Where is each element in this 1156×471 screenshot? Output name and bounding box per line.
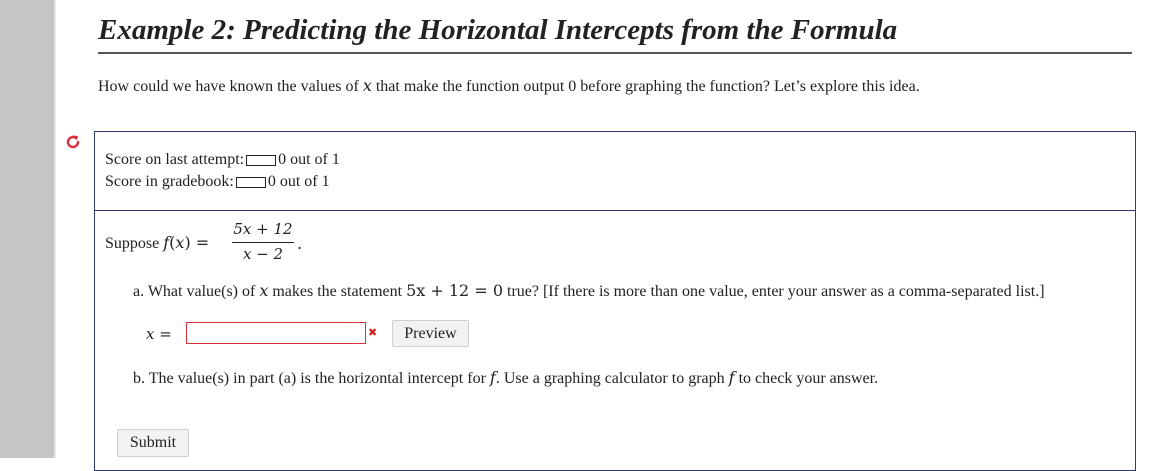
answer-label: x = <box>146 325 172 343</box>
intro-after: that make the function output 0 before g… <box>371 78 920 95</box>
part-a-prompt: a. What value(s) of x makes the statemen… <box>133 281 1045 301</box>
part-a-middle: makes the statement <box>268 283 407 300</box>
score-gradebook-bar <box>235 176 266 188</box>
score-gradebook: Score in gradebook: 0 out of 1 <box>105 173 330 191</box>
answer-input[interactable] <box>186 322 366 344</box>
left-gutter-edge <box>54 0 56 458</box>
fraction-period: . <box>297 234 303 253</box>
part-b-after: to check your answer. <box>734 370 879 387</box>
score-last-label: Score on last attempt: <box>105 151 245 168</box>
fraction-denominator: x − 2 <box>242 245 284 263</box>
intro-before: How could we have known the values of <box>98 78 363 95</box>
fraction-numerator: 5x + 12 <box>233 220 293 238</box>
part-b-prompt: b. The value(s) in part (a) is the horiz… <box>133 368 878 388</box>
score-gradebook-label: Score in gradebook: <box>105 173 234 190</box>
left-gutter <box>0 0 54 458</box>
part-b-before: b. The value(s) in part (a) is the horiz… <box>133 370 490 387</box>
intro-variable: x <box>362 76 372 95</box>
part-a-equation: 5x + 12 = 0 <box>406 281 503 300</box>
score-last-value: 0 out of 1 <box>278 151 340 168</box>
suppose-text: Suppose <box>105 235 164 252</box>
score-gradebook-value: 0 out of 1 <box>267 173 330 190</box>
retry-icon[interactable] <box>65 134 81 150</box>
score-last-bar <box>246 154 277 166</box>
title-underline <box>98 52 1132 54</box>
intro-text: How could we have known the values of x … <box>98 76 920 96</box>
preview-button[interactable]: Preview <box>392 320 469 347</box>
function-fraction: 5x + 12 x − 2 <box>230 220 296 266</box>
part-a-after: true? [If there is more than one value, … <box>503 283 1045 300</box>
submit-button[interactable]: Submit <box>117 429 189 457</box>
score-separator <box>94 210 1136 211</box>
part-a-before: a. What value(s) of <box>133 283 260 300</box>
wrong-answer-icon: ✖ <box>368 326 378 339</box>
fraction-bar <box>232 242 294 243</box>
function-equals: ) = <box>184 233 210 252</box>
page-title: Example 2: Predicting the Horizontal Int… <box>98 14 898 46</box>
score-last-attempt: Score on last attempt: 0 out of 1 <box>105 151 340 169</box>
function-definition: Suppose f(x) = <box>105 233 209 253</box>
part-a-variable: x <box>259 281 269 300</box>
part-b-middle: . Use a graphing calculator to graph <box>495 370 729 387</box>
